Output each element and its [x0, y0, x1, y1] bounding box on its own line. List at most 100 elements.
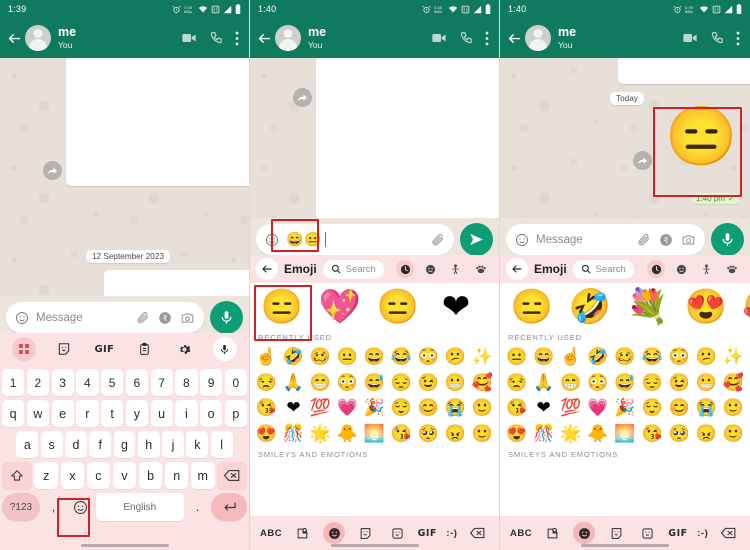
shift-icon[interactable]	[1, 462, 32, 489]
contact-title[interactable]: me You	[58, 26, 76, 49]
emoji-cell[interactable]: 😅	[611, 370, 638, 396]
emoji-cell[interactable]: 🙂	[720, 421, 747, 447]
search-input[interactable]: Search	[322, 259, 384, 279]
variant-emoji[interactable]: 🥰	[736, 290, 750, 324]
emoji-cell[interactable]: 🥴	[307, 344, 334, 370]
key[interactable]: s	[40, 431, 63, 458]
key[interactable]: j	[162, 431, 184, 458]
key[interactable]: o	[200, 400, 223, 427]
contact-title[interactable]: me You	[558, 26, 576, 49]
emoji-cell[interactable]: 🥰	[469, 370, 496, 396]
emoji-cell[interactable]: 😐	[503, 344, 530, 370]
gif-button[interactable]: GIF	[668, 522, 687, 544]
overflow-menu-icon[interactable]	[235, 31, 239, 46]
voice-call-icon[interactable]	[209, 31, 223, 45]
attach-icon[interactable]	[136, 311, 150, 325]
emoji-cell[interactable]: 🎊	[280, 421, 307, 447]
emoji-cell[interactable]: 😔	[388, 370, 415, 396]
smiley-icon[interactable]	[672, 260, 690, 278]
payment-icon[interactable]: ₹	[158, 311, 172, 325]
emoji-icon[interactable]	[515, 233, 529, 247]
emoji-cell[interactable]: 😌	[639, 395, 666, 421]
key[interactable]: c	[86, 462, 111, 489]
overflow-menu-icon[interactable]	[485, 31, 489, 46]
apps-grid-icon[interactable]	[12, 337, 36, 361]
emoji-cell[interactable]: ✨	[469, 344, 496, 370]
emoji-cell[interactable]: 😍	[253, 421, 280, 447]
abc-button[interactable]: ABC	[510, 522, 532, 544]
avatar-sticker-icon[interactable]	[637, 522, 659, 544]
emoji-cell[interactable]: 🤣	[280, 344, 307, 370]
variant-emoji[interactable]: 💐	[620, 290, 676, 324]
sticker-search-icon[interactable]	[542, 522, 564, 544]
emoji-cell[interactable]: 😒	[253, 370, 280, 396]
emoji-cell[interactable]: 😔	[639, 370, 666, 396]
key[interactable]: 1	[2, 369, 25, 396]
variant-emoji[interactable]: 😑	[370, 290, 426, 324]
emoji-cell[interactable]: 🙂	[469, 421, 496, 447]
key[interactable]: 4	[76, 369, 99, 396]
key[interactable]: m	[190, 462, 215, 489]
key[interactable]: l	[210, 431, 233, 458]
emoji-cell[interactable]: 😠	[442, 421, 469, 447]
voice-call-icon[interactable]	[459, 31, 473, 45]
emoji-icon[interactable]	[323, 522, 346, 544]
sticker-search-icon[interactable]	[292, 522, 314, 544]
gif-icon[interactable]: GIF	[92, 337, 116, 361]
variant-emoji[interactable]: 💖	[312, 290, 368, 324]
key[interactable]: w	[26, 400, 49, 427]
emoji-cell[interactable]: 🥺	[415, 421, 442, 447]
key[interactable]: y	[125, 400, 148, 427]
key[interactable]: i	[175, 400, 198, 427]
back-arrow-icon[interactable]	[7, 31, 22, 46]
key[interactable]: t	[101, 400, 124, 427]
video-call-icon[interactable]	[431, 30, 447, 46]
variant-emoji[interactable]: ❤	[428, 290, 484, 324]
emoji-cell[interactable]: 🥺	[666, 421, 693, 447]
gif-button[interactable]: GIF	[418, 522, 437, 544]
emoji-cell[interactable]: 😁	[557, 370, 584, 396]
message-bubble[interactable]	[316, 58, 499, 218]
mic-icon[interactable]	[212, 337, 237, 361]
emoji-cell[interactable]: 😘	[388, 421, 415, 447]
attach-icon[interactable]	[637, 233, 651, 247]
variant-emoji[interactable]: 🤣	[562, 290, 618, 324]
mic-icon[interactable]	[210, 301, 243, 334]
emoji-cell[interactable]: 😕	[442, 344, 469, 370]
variant-emoji-first[interactable]: 😑	[254, 290, 310, 324]
emoji-cell[interactable]: 😳	[415, 344, 442, 370]
message-input[interactable]: Message ₹	[506, 224, 705, 255]
key[interactable]: x	[60, 462, 85, 489]
emoji-cell[interactable]: 😬	[442, 370, 469, 396]
emoji-cell[interactable]: 🌅	[361, 421, 388, 447]
key[interactable]: z	[34, 462, 59, 489]
back-arrow-icon[interactable]	[507, 31, 522, 46]
symbols-key[interactable]: ?123	[2, 493, 40, 521]
clipboard-icon[interactable]	[133, 337, 157, 361]
key[interactable]: e	[51, 400, 74, 427]
sticker-icon[interactable]	[355, 522, 377, 544]
key[interactable]: k	[186, 431, 209, 458]
person-icon[interactable]	[446, 260, 464, 278]
emoji-cell[interactable]: 💯	[307, 395, 334, 421]
emoji-cell[interactable]: 😍	[503, 421, 530, 447]
animal-icon[interactable]	[471, 260, 489, 278]
animal-icon[interactable]	[722, 260, 740, 278]
emoji-cell[interactable]: 😭	[442, 395, 469, 421]
emoji-cell[interactable]: 😭	[693, 395, 720, 421]
emoji-cell[interactable]: ❤	[530, 395, 557, 421]
emoji-cell[interactable]: 😒	[503, 370, 530, 396]
payment-icon[interactable]: ₹	[659, 233, 673, 247]
key[interactable]: 0	[224, 369, 247, 396]
camera-icon[interactable]	[180, 311, 195, 325]
mic-icon[interactable]	[711, 223, 744, 256]
back-arrow-icon[interactable]	[257, 31, 272, 46]
variant-emoji[interactable]: 😍	[678, 290, 734, 324]
emoji-cell[interactable]: 🙂	[469, 395, 496, 421]
emoji-cell[interactable]: 😉	[415, 370, 442, 396]
search-input[interactable]: Search	[572, 259, 634, 279]
key[interactable]: 2	[26, 369, 49, 396]
emoji-cell[interactable]: 😕	[693, 344, 720, 370]
forward-arrow-icon[interactable]	[293, 88, 312, 107]
key[interactable]: h	[137, 431, 160, 458]
